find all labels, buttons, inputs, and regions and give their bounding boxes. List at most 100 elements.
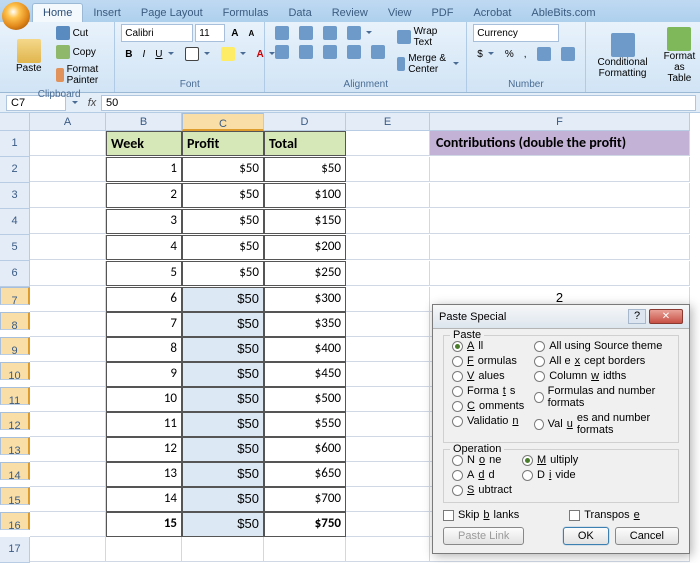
cell-F1[interactable]: Contributions (double the profit) [430,131,690,156]
cell-D4[interactable]: $150 [264,209,346,234]
cell-A6[interactable] [30,261,106,286]
cell-C17[interactable] [182,537,264,562]
cut-button[interactable]: Cut [52,24,109,42]
currency-button[interactable]: $ [473,47,499,62]
cell-D14[interactable]: $650 [264,462,346,487]
row-header-6[interactable]: 6 [0,261,30,287]
help-button[interactable]: ? [628,309,646,324]
decrease-indent-button[interactable] [343,43,365,61]
cell-A2[interactable] [30,157,106,182]
cell-D7[interactable]: $300 [264,287,346,312]
row-header-3[interactable]: 3 [0,183,30,209]
cell-D2[interactable]: $50 [264,157,346,182]
row-header-9[interactable]: 9 [0,337,30,355]
cell-B15[interactable]: 14 [106,487,182,512]
cell-F4[interactable] [430,209,690,234]
cell-E11[interactable] [346,387,430,412]
align-middle-button[interactable] [295,24,317,42]
tab-review[interactable]: Review [322,4,378,22]
align-center-button[interactable] [295,43,317,61]
cell-C15[interactable]: $50 [182,487,264,512]
cell-C4[interactable]: $50 [182,209,264,234]
cell-C14[interactable]: $50 [182,462,264,487]
cell-C2[interactable]: $50 [182,157,264,182]
radio-column-widths[interactable]: Column widths [534,370,670,382]
col-header-D[interactable]: D [264,113,346,131]
tab-page-layout[interactable]: Page Layout [131,4,213,22]
cell-D5[interactable]: $200 [264,235,346,260]
col-header-B[interactable]: B [106,113,182,131]
cell-B2[interactable]: 1 [106,157,182,182]
cell-B1[interactable]: Week [106,131,182,156]
cell-A9[interactable] [30,337,106,362]
cell-D12[interactable]: $550 [264,412,346,437]
cell-B9[interactable]: 8 [106,337,182,362]
tab-home[interactable]: Home [32,3,83,22]
format-as-table-button[interactable]: Format as Table [658,24,700,87]
cell-B10[interactable]: 9 [106,362,182,387]
cell-D8[interactable]: $350 [264,312,346,337]
decrease-decimal-button[interactable] [557,45,579,63]
cell-F3[interactable] [430,183,690,208]
cell-D6[interactable]: $250 [264,261,346,286]
cell-E7[interactable] [346,287,430,312]
row-header-17[interactable]: 17 [0,537,30,563]
paste-button[interactable]: Paste [10,24,48,88]
cell-D15[interactable]: $700 [264,487,346,512]
radio-except-borders[interactable]: All except borders [534,355,670,367]
row-header-1[interactable]: 1 [0,131,30,157]
cell-A13[interactable] [30,437,106,462]
cell-D1[interactable]: Total [264,131,346,156]
row-header-10[interactable]: 10 [0,362,30,380]
paste-link-button[interactable]: Paste Link [443,527,524,545]
row-header-13[interactable]: 13 [0,437,30,455]
increase-indent-button[interactable] [367,43,389,61]
tab-data[interactable]: Data [278,4,321,22]
close-button[interactable]: ✕ [649,309,683,324]
cell-F5[interactable] [430,235,690,260]
cell-E13[interactable] [346,437,430,462]
cell-B13[interactable]: 12 [106,437,182,462]
tab-acrobat[interactable]: Acrobat [463,4,521,22]
comma-button[interactable]: , [520,47,531,62]
underline-button[interactable]: U [151,47,178,62]
cell-B14[interactable]: 13 [106,462,182,487]
dialog-titlebar[interactable]: Paste Special ? ✕ [433,305,689,329]
cell-E14[interactable] [346,462,430,487]
cell-B4[interactable]: 3 [106,209,182,234]
tab-insert[interactable]: Insert [83,4,131,22]
radio-add[interactable]: Add [452,469,512,481]
tab-pdf[interactable]: PDF [421,4,463,22]
merge-center-button[interactable]: Merge & Center [393,51,460,77]
font-name-select[interactable] [121,24,193,42]
cell-B16[interactable]: 15 [106,512,182,537]
bold-button[interactable]: B [121,47,136,62]
cell-A12[interactable] [30,412,106,437]
cell-C11[interactable]: $50 [182,387,264,412]
cell-C7[interactable]: $50 [182,287,264,312]
align-bottom-button[interactable] [319,24,341,42]
radio-all[interactable]: All [452,340,524,352]
radio-formulas-number[interactable]: Formulas and number formats [534,385,670,409]
cell-A15[interactable] [30,487,106,512]
tab-formulas[interactable]: Formulas [213,4,279,22]
cell-D9[interactable]: $400 [264,337,346,362]
cell-D10[interactable]: $450 [264,362,346,387]
row-header-12[interactable]: 12 [0,412,30,430]
copy-button[interactable]: Copy [52,43,109,61]
percent-button[interactable]: % [501,47,518,62]
row-header-8[interactable]: 8 [0,312,30,330]
cell-A4[interactable] [30,209,106,234]
cell-C1[interactable]: Profit [182,131,264,156]
radio-divide[interactable]: Divide [522,469,578,481]
radio-values-number[interactable]: Values and number formats [534,412,670,436]
radio-subtract[interactable]: Subtract [452,484,512,496]
conditional-formatting-button[interactable]: Conditional Formatting [592,24,654,87]
cell-E1[interactable] [346,131,430,156]
cell-D17[interactable] [264,537,346,562]
radio-formats[interactable]: Formats [452,385,524,397]
row-header-4[interactable]: 4 [0,209,30,235]
radio-multiply[interactable]: Multiply [522,454,578,466]
cell-C8[interactable]: $50 [182,312,264,337]
cell-E17[interactable] [346,537,430,562]
